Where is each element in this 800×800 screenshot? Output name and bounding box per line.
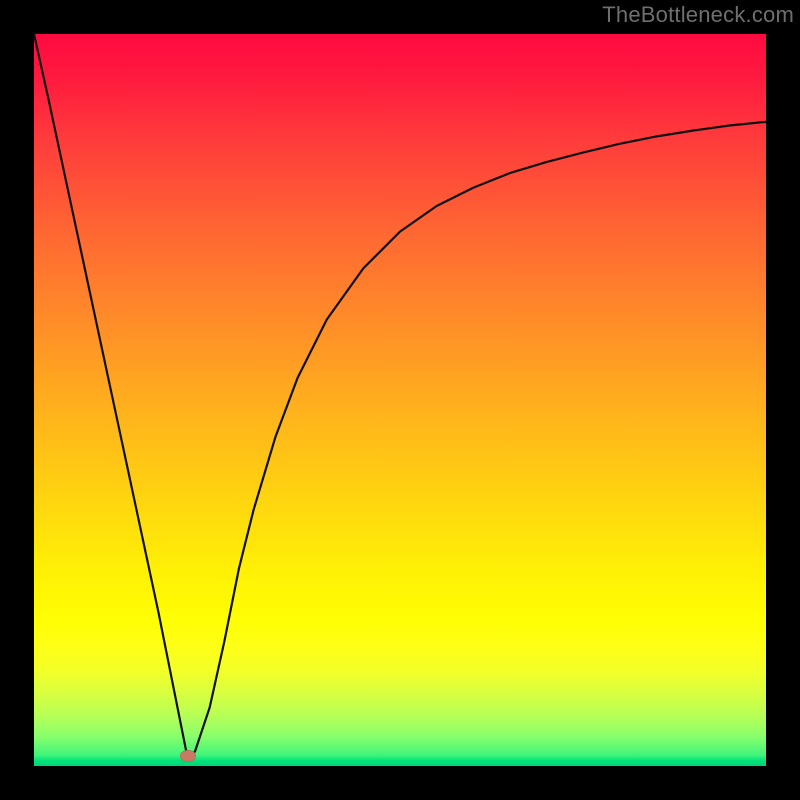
chart-frame: TheBottleneck.com xyxy=(0,0,800,800)
plot-area xyxy=(34,34,766,766)
bottleneck-curve xyxy=(34,34,766,759)
watermark-text: TheBottleneck.com xyxy=(602,2,794,28)
curve-svg xyxy=(34,34,766,766)
